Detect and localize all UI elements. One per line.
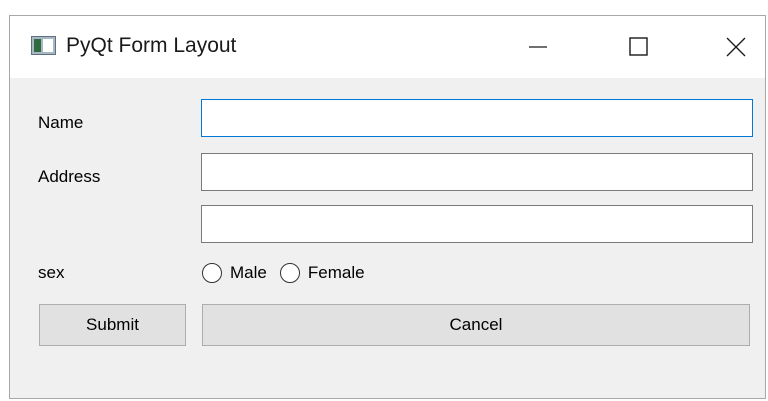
cancel-button[interactable]: Cancel bbox=[202, 304, 750, 346]
sex-label: sex bbox=[38, 263, 65, 282]
maximize-icon bbox=[629, 37, 648, 56]
name-input[interactable] bbox=[201, 99, 753, 137]
radio-female-circle[interactable] bbox=[279, 263, 300, 283]
maximize-button[interactable] bbox=[610, 16, 666, 78]
radio-female[interactable]: Female bbox=[279, 262, 365, 284]
close-button[interactable] bbox=[707, 16, 763, 78]
minimize-icon bbox=[529, 46, 547, 48]
app-window-icon bbox=[31, 36, 56, 55]
address-line2-input[interactable] bbox=[201, 205, 753, 243]
title-bar[interactable]: PyQt Form Layout bbox=[10, 16, 765, 78]
radio-female-label[interactable]: Female bbox=[308, 262, 365, 284]
name-label: Name bbox=[38, 113, 84, 132]
window-title: PyQt Form Layout bbox=[66, 34, 237, 57]
close-icon bbox=[726, 37, 746, 57]
radio-male-label[interactable]: Male bbox=[230, 262, 267, 284]
minimize-button[interactable] bbox=[510, 16, 566, 78]
address-label: Address bbox=[38, 167, 101, 186]
address-line1-input[interactable] bbox=[201, 153, 753, 191]
radio-male-circle[interactable] bbox=[202, 263, 222, 283]
sex-radio-group: Male Female bbox=[202, 260, 378, 286]
submit-button[interactable]: Submit bbox=[39, 304, 186, 346]
radio-male[interactable]: Male bbox=[202, 262, 267, 284]
form-window: PyQt Form Layout Name Address sex Male F… bbox=[9, 15, 766, 399]
